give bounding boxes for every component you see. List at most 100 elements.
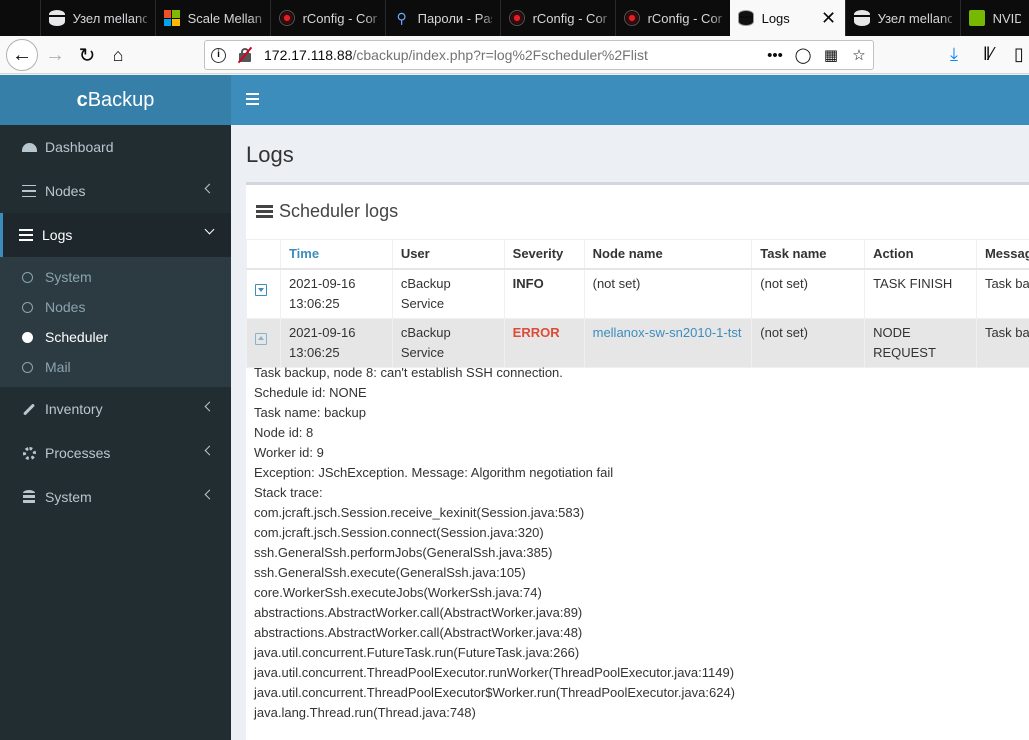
sidebar-item-label: Inventory xyxy=(45,401,103,417)
browser-navbar: ← → ↻ ⌂ i 172.17.118.88/cbackup/index.ph… xyxy=(0,36,1029,74)
info-icon[interactable]: i xyxy=(211,47,226,63)
column-header-action: Action xyxy=(864,239,977,270)
submenu-item-nodes[interactable]: Nodes xyxy=(0,292,231,322)
submenu-item-mail[interactable]: Mail xyxy=(0,352,231,382)
database-icon xyxy=(737,10,754,26)
submenu-item-label: Nodes xyxy=(45,299,86,315)
stack-trace-line: core.WorkerSsh.executeJobs(WorkerSsh.jav… xyxy=(254,585,542,600)
browser-tab[interactable]: Узел mellanox xyxy=(844,0,960,36)
browser-tab[interactable]: rConfig - Con xyxy=(269,0,385,36)
collapse-toggle-icon[interactable] xyxy=(255,332,267,345)
node-link[interactable]: mellanox-sw-sn2010-1-tst xyxy=(593,325,742,340)
sidebar-item-label: Dashboard xyxy=(45,139,114,155)
download-icon[interactable]: ⤓ xyxy=(950,44,958,65)
column-header-user: User xyxy=(391,239,505,270)
column-header-message: Messag xyxy=(975,239,1029,270)
circle-icon xyxy=(22,361,33,373)
browser-tab[interactable]: ⚲ Пароли - Pas xyxy=(384,0,500,36)
browser-tab-strip: Узел mellanox Scale Mellanox rConfig - C… xyxy=(0,0,1029,36)
chevron-left-icon xyxy=(204,445,215,456)
sidebar-item-system[interactable]: System xyxy=(0,475,231,519)
reload-button[interactable]: ↻ xyxy=(72,40,102,70)
browser-tab-active[interactable]: Logs ✕ xyxy=(729,0,845,36)
user-line: Service xyxy=(400,344,445,360)
time-cell: 2021-09-16 13:06:25 xyxy=(279,317,393,368)
sidebar-item-processes[interactable]: Processes xyxy=(0,431,231,475)
chevron-left-icon xyxy=(204,183,215,194)
browser-tab[interactable]: Узел mellanox xyxy=(39,0,155,36)
list-icon xyxy=(18,227,34,243)
back-button[interactable]: ← xyxy=(6,39,38,71)
url-text[interactable]: 172.17.118.88/cbackup/index.php?r=log%2F… xyxy=(264,47,761,63)
browser-tab[interactable]: rConfig - Con xyxy=(499,0,615,36)
user-line: cBackup xyxy=(400,275,451,291)
stack-trace-line: java.lang.Thread.run(Thread.java:748) xyxy=(254,705,476,720)
forward-button[interactable]: → xyxy=(40,40,70,70)
sidebar-item-logs[interactable]: Logs xyxy=(0,213,231,257)
detail-line: Worker id: 9 xyxy=(254,445,324,460)
library-icon[interactable]: ‖⁄ xyxy=(983,44,993,65)
severity-cell: ERROR xyxy=(503,317,585,368)
url-bar[interactable]: i 172.17.118.88/cbackup/index.php?r=log%… xyxy=(204,40,874,70)
page-title: Logs xyxy=(246,142,294,167)
browser-tab[interactable]: Scale Mellanox xyxy=(154,0,270,36)
tab-strip-spacer xyxy=(0,0,40,36)
time-clock: 13:06:25 xyxy=(288,295,340,311)
user-line: Service xyxy=(400,295,445,311)
submenu-item-label: System xyxy=(45,269,92,285)
wrench-icon xyxy=(21,401,37,417)
expand-toggle-icon[interactable] xyxy=(255,283,267,296)
stack-trace-line: com.jcraft.jsch.Session.connect(Session.… xyxy=(254,525,544,540)
user-cell: cBackup Service xyxy=(391,317,505,368)
expand-cell[interactable] xyxy=(246,317,281,368)
pocket-icon[interactable]: ◯ xyxy=(789,46,817,64)
node-cell: mellanox-sw-sn2010-1-tst xyxy=(583,317,753,368)
sidebar-item-dashboard[interactable]: Dashboard xyxy=(0,125,231,169)
menu-toggle-icon[interactable] xyxy=(246,93,259,105)
submenu-item-system[interactable]: System xyxy=(0,262,231,292)
task-cell: (not set) xyxy=(751,317,866,368)
table-row-expanded[interactable]: 2021-09-16 13:06:25 cBackup Service ERROR … xyxy=(246,317,1029,368)
severity-cell: INFO xyxy=(503,268,585,319)
scheduler-log-table: Time User Severity Node name Task name A… xyxy=(246,239,1029,368)
box-header: Scheduler logs xyxy=(246,185,1029,238)
bookmark-star-icon[interactable]: ☆ xyxy=(845,46,873,64)
chevron-left-icon xyxy=(204,401,215,412)
tab-label: NVIDIA xyxy=(992,10,1021,26)
insecure-lock-icon xyxy=(236,46,254,64)
column-header-node-name: Node name xyxy=(583,239,753,270)
sidebar-toggle-icon[interactable]: ▯ xyxy=(1014,44,1024,65)
stack-trace-line: abstractions.AbstractWorker.call(Abstrac… xyxy=(254,625,583,640)
column-header-time[interactable]: Time xyxy=(279,239,393,270)
time-clock: 13:06:25 xyxy=(288,344,340,360)
bars-icon xyxy=(21,183,37,199)
sidebar-item-inventory[interactable]: Inventory xyxy=(0,387,231,431)
stack-trace-line: java.util.concurrent.ThreadPoolExecutor.… xyxy=(254,665,735,680)
expand-cell[interactable] xyxy=(246,268,281,319)
column-header-toggle xyxy=(246,239,281,270)
time-cell: 2021-09-16 13:06:25 xyxy=(279,268,393,319)
browser-tab[interactable]: NVIDIA xyxy=(959,0,1029,36)
list-icon xyxy=(256,204,273,219)
database-icon xyxy=(21,489,37,505)
browser-tab[interactable]: rConfig - Con xyxy=(614,0,730,36)
table-row[interactable]: 2021-09-16 13:06:25 cBackup Service INFO (… xyxy=(246,268,1029,319)
close-tab-icon[interactable]: ✕ xyxy=(821,9,837,27)
action-cell: NODE REQUEST xyxy=(864,317,977,368)
sidebar-item-nodes[interactable]: Nodes xyxy=(0,169,231,213)
translate-icon[interactable]: ▦ xyxy=(817,46,845,64)
stack-trace-line: ssh.GeneralSsh.execute(GeneralSsh.java:1… xyxy=(254,565,526,580)
circle-icon xyxy=(22,271,33,283)
severity-badge: ERROR xyxy=(512,324,560,340)
home-button[interactable]: ⌂ xyxy=(103,40,133,70)
page-actions-icon[interactable]: ••• xyxy=(761,47,789,64)
sidebar-item-label: Processes xyxy=(45,445,111,461)
app-logo[interactable]: c Backup xyxy=(0,75,231,125)
submenu-item-scheduler[interactable]: Scheduler xyxy=(0,322,231,352)
log-details: Task backup, node 8: can't establish SSH… xyxy=(254,363,735,723)
app-topbar xyxy=(231,75,1029,125)
stack-trace-line: abstractions.AbstractWorker.call(Abstrac… xyxy=(254,605,583,620)
node-cell: (not set) xyxy=(583,268,753,319)
main-content: Logs Scheduler logs Time User Severity N… xyxy=(231,125,1029,740)
message-cell: Task ba xyxy=(975,317,1029,368)
